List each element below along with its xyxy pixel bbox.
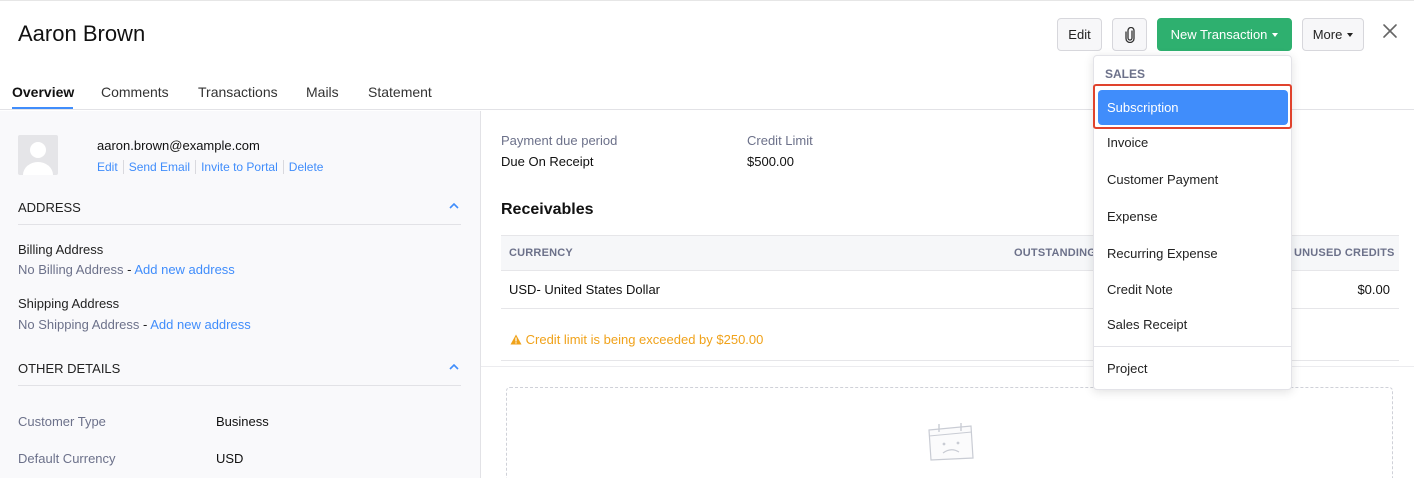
edit-button-label: Edit xyxy=(1068,27,1091,42)
add-billing-address-link[interactable]: Add new address xyxy=(134,262,234,277)
new-transaction-label: New Transaction xyxy=(1170,27,1268,42)
dropdown-item-sales-receipt[interactable]: Sales Receipt xyxy=(1107,317,1187,332)
caret-down-icon xyxy=(1272,32,1279,37)
column-currency: CURRENCY xyxy=(509,247,573,259)
shipping-separator: - xyxy=(139,317,151,332)
avatar xyxy=(18,135,58,175)
contact-email: aaron.brown@example.com xyxy=(97,138,260,153)
dropdown-item-customer-payment[interactable]: Customer Payment xyxy=(1107,172,1218,187)
dropdown-item-recurring-expense[interactable]: Recurring Expense xyxy=(1107,246,1218,261)
delete-contact-link[interactable]: Delete xyxy=(282,160,329,174)
customer-type-label: Customer Type xyxy=(18,414,106,429)
left-panel: aaron.brown@example.com Edit Send Email … xyxy=(0,111,481,478)
contact-links: Edit Send Email Invite to Portal Delete xyxy=(97,160,328,174)
empty-state-box xyxy=(506,387,1393,478)
dropdown-item-credit-note[interactable]: Credit Note xyxy=(1107,282,1173,297)
billing-address-row: No Billing Address - Add new address xyxy=(18,262,235,277)
unused-credits-cell: $0.00 xyxy=(1357,282,1390,297)
other-details-title: OTHER DETAILS xyxy=(18,361,121,376)
address-section-header[interactable]: ADDRESS xyxy=(18,200,461,225)
receivables-title: Receivables xyxy=(501,201,594,218)
chevron-up-icon[interactable] xyxy=(449,361,459,373)
close-icon[interactable] xyxy=(1380,21,1400,41)
column-unused-credits: UNUSED CREDITS xyxy=(1294,247,1395,259)
shipping-address-value: No Shipping Address xyxy=(18,317,140,332)
active-tab-indicator xyxy=(12,107,73,109)
new-transaction-button[interactable]: New Transaction xyxy=(1157,18,1292,51)
more-button-label: More xyxy=(1312,27,1343,42)
warning-icon xyxy=(510,334,522,345)
billing-separator: - xyxy=(123,262,135,277)
invite-portal-link[interactable]: Invite to Portal xyxy=(195,160,283,174)
shipping-address-label: Shipping Address xyxy=(18,296,120,311)
credit-limit-label: Credit Limit xyxy=(747,133,813,148)
tab-overview[interactable]: Overview xyxy=(12,84,74,100)
address-section-title: ADDRESS xyxy=(18,200,81,215)
subscription-highlight-box xyxy=(1093,84,1292,129)
chevron-up-icon[interactable] xyxy=(449,200,459,212)
payment-due-label: Payment due period xyxy=(501,133,618,148)
send-email-link[interactable]: Send Email xyxy=(122,160,195,174)
dropdown-item-expense[interactable]: Expense xyxy=(1107,209,1158,224)
tab-comments[interactable]: Comments xyxy=(101,84,169,100)
default-currency-value: USD xyxy=(216,451,244,466)
tab-mails[interactable]: Mails xyxy=(306,84,339,100)
shipping-address-row: No Shipping Address - Add new address xyxy=(18,317,251,332)
column-outstanding: OUTSTANDING xyxy=(1014,247,1097,259)
attachment-button[interactable] xyxy=(1112,18,1147,51)
edit-contact-link[interactable]: Edit xyxy=(97,160,123,174)
page-title: Aaron Brown xyxy=(18,21,146,46)
empty-calendar-icon xyxy=(928,423,974,461)
edit-button[interactable]: Edit xyxy=(1057,18,1102,51)
other-details-section-header[interactable]: OTHER DETAILS xyxy=(18,361,461,386)
credit-limit-warning-text: Credit limit is being exceeded by $250.0… xyxy=(525,332,764,347)
tab-transactions[interactable]: Transactions xyxy=(198,84,278,100)
credit-limit-value: $500.00 xyxy=(747,154,794,169)
dropdown-item-invoice[interactable]: Invoice xyxy=(1107,135,1148,150)
billing-address-label: Billing Address xyxy=(18,242,104,257)
dropdown-item-project[interactable]: Project xyxy=(1107,361,1147,376)
avatar-icon xyxy=(23,142,53,175)
currency-cell: USD- United States Dollar xyxy=(509,282,660,297)
credit-limit-warning: Credit limit is being exceeded by $250.0… xyxy=(510,332,763,347)
billing-address-value: No Billing Address xyxy=(18,262,124,277)
tab-statement[interactable]: Statement xyxy=(368,84,432,100)
default-currency-label: Default Currency xyxy=(18,451,116,466)
customer-type-value: Business xyxy=(216,414,269,429)
dropdown-divider xyxy=(1094,346,1291,347)
caret-down-icon xyxy=(1347,32,1354,37)
payment-due-value: Due On Receipt xyxy=(501,154,594,169)
add-shipping-address-link[interactable]: Add new address xyxy=(150,317,250,332)
dropdown-section-sales: SALES xyxy=(1105,67,1146,81)
paperclip-icon xyxy=(1124,26,1135,43)
more-button[interactable]: More xyxy=(1302,18,1364,51)
